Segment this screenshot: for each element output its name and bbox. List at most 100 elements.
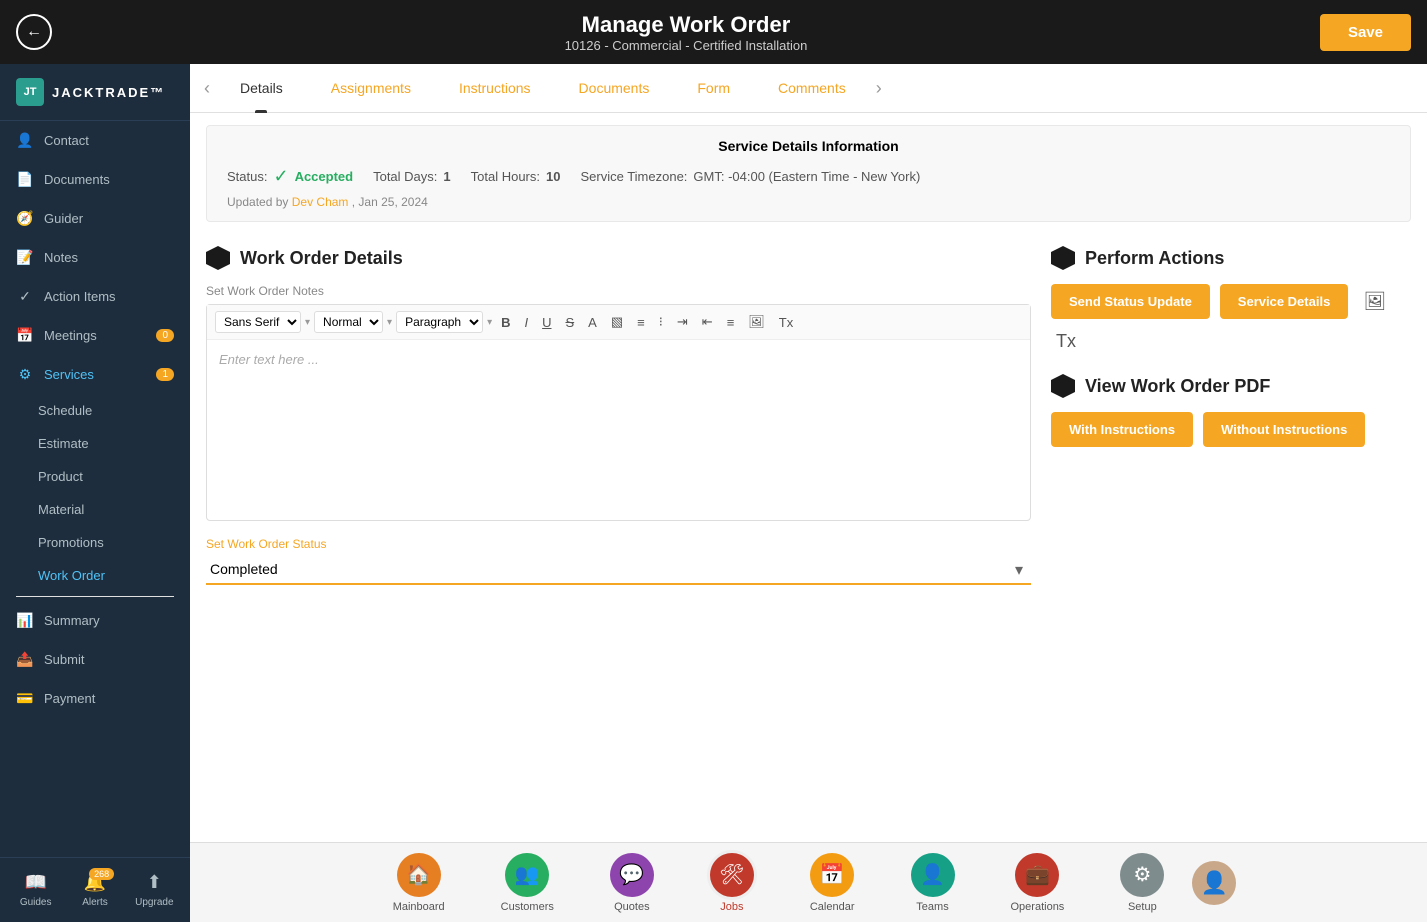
- guides-nav-btn[interactable]: 📖 Guides: [8, 866, 63, 914]
- tab-instructions[interactable]: Instructions: [435, 64, 555, 112]
- sidebar-item-notes[interactable]: 📝 Notes: [0, 238, 190, 277]
- right-col: Perform Actions Send Status Update Servi…: [1051, 246, 1411, 585]
- sidebar-nav-icons: 📖 Guides 🔔 268 Alerts ⬆ Upgrade: [0, 857, 190, 922]
- service-details-button[interactable]: Service Details: [1220, 284, 1349, 319]
- submenu-material[interactable]: Material: [0, 493, 190, 526]
- indent-button[interactable]: ⇥: [672, 312, 693, 332]
- underline-button[interactable]: U: [537, 313, 556, 332]
- sidebar-item-meetings[interactable]: 📅 Meetings 0: [0, 316, 190, 355]
- sidebar-item-services[interactable]: ⚙ Services 1: [0, 355, 190, 394]
- para-arrow-icon: ▾: [487, 317, 492, 328]
- send-status-update-button[interactable]: Send Status Update: [1051, 284, 1210, 319]
- without-instructions-button[interactable]: Without Instructions: [1203, 412, 1365, 447]
- bottom-nav-quotes[interactable]: 💬 Quotes: [582, 849, 682, 917]
- status-select-label: Set Work Order Status: [206, 537, 1031, 551]
- timezone-label: Service Timezone:: [580, 169, 687, 184]
- bottom-nav-calendar[interactable]: 📅 Calendar: [782, 849, 883, 917]
- submenu-work-order[interactable]: Work Order: [0, 559, 190, 592]
- updated-by-name[interactable]: Dev Cham: [292, 195, 349, 209]
- total-days-value: 1: [443, 169, 450, 184]
- font-arrow-icon: ▾: [305, 317, 310, 328]
- font-style-select[interactable]: Normal: [314, 311, 383, 333]
- sidebar-item-documents[interactable]: 📄 Documents: [0, 160, 190, 199]
- back-button[interactable]: ←: [16, 14, 52, 50]
- editor-toolbar: Sans Serif ▾ Normal ▾ Paragraph: [207, 305, 1030, 340]
- tab-prev-arrow[interactable]: ‹: [198, 78, 216, 99]
- italic-button[interactable]: I: [519, 313, 533, 332]
- user-avatar[interactable]: 👤: [1192, 861, 1236, 905]
- perform-actions-header: Perform Actions: [1051, 246, 1411, 270]
- customers-icon: 👥: [505, 853, 549, 897]
- sidebar-item-submit[interactable]: 📤 Submit: [0, 640, 190, 679]
- sidebar-item-guider-label: Guider: [44, 211, 83, 226]
- action-items-icon: ✓: [16, 288, 34, 305]
- submenu-schedule[interactable]: Schedule: [0, 394, 190, 427]
- content-area: ‹ Details Assignments Instructions Docum…: [190, 64, 1427, 842]
- total-days-item: Total Days: 1: [373, 169, 451, 184]
- strikethrough-button[interactable]: S: [561, 313, 580, 332]
- save-button[interactable]: Save: [1320, 14, 1411, 51]
- bottom-nav-customers[interactable]: 👥 Customers: [473, 849, 582, 917]
- status-select[interactable]: Completed: [206, 555, 1031, 585]
- tab-comments[interactable]: Comments: [754, 64, 870, 112]
- bottom-nav-jobs[interactable]: 🛠 Jobs: [682, 849, 782, 917]
- tab-form[interactable]: Form: [673, 64, 754, 112]
- bottom-nav-mainboard[interactable]: 🏠 Mainboard: [365, 849, 473, 917]
- sidebar-item-guider[interactable]: 🧭 Guider: [0, 199, 190, 238]
- two-col-layout: Work Order Details Set Work Order Notes …: [190, 234, 1427, 597]
- status-check-icon: ✓: [273, 166, 288, 187]
- work-order-hex-icon: [206, 246, 230, 270]
- sidebar-item-contact[interactable]: 👤 Contact: [0, 121, 190, 160]
- page-subtitle: 10126 - Commercial - Certified Installat…: [565, 38, 808, 53]
- teams-icon: 👤: [911, 853, 955, 897]
- paragraph-select[interactable]: Paragraph: [396, 311, 483, 333]
- guides-label: Guides: [20, 897, 52, 908]
- payment-icon: 💳: [16, 690, 34, 707]
- pdf-section-header: View Work Order PDF: [1051, 374, 1411, 398]
- tab-assignments[interactable]: Assignments: [307, 64, 435, 112]
- guider-icon: 🧭: [16, 210, 34, 227]
- bottom-nav-teams[interactable]: 👤 Teams: [883, 849, 983, 917]
- submenu-product[interactable]: Product: [0, 460, 190, 493]
- highlight-button[interactable]: ▧: [606, 312, 628, 332]
- meetings-badge: 0: [156, 329, 174, 342]
- sidebar-item-payment[interactable]: 💳 Payment: [0, 679, 190, 718]
- image-button[interactable]: 🖼: [743, 312, 770, 332]
- submenu-estimate[interactable]: Estimate: [0, 427, 190, 460]
- service-info-title: Service Details Information: [227, 138, 1390, 154]
- status-select-wrapper: Completed: [206, 555, 1031, 585]
- tab-next-arrow[interactable]: ›: [870, 78, 888, 99]
- alerts-nav-btn[interactable]: 🔔 268 Alerts: [67, 866, 122, 914]
- tab-details[interactable]: Details: [216, 64, 307, 112]
- mainboard-label: Mainboard: [393, 901, 445, 913]
- editor-body[interactable]: Enter text here ...: [207, 340, 1030, 520]
- bottom-nav-operations[interactable]: 💼 Operations: [983, 849, 1093, 917]
- sidebar-item-notes-label: Notes: [44, 250, 78, 265]
- clear-format-button[interactable]: Tx: [774, 313, 798, 332]
- sidebar-item-summary[interactable]: 📊 Summary: [0, 601, 190, 640]
- upgrade-icon: ⬆: [147, 872, 162, 893]
- text-clear-button[interactable]: Tx: [1051, 329, 1081, 354]
- font-color-button[interactable]: A: [583, 313, 602, 332]
- work-order-title: Work Order Details: [240, 248, 403, 269]
- alerts-badge-wrapper: 🔔 268: [84, 872, 106, 893]
- with-instructions-button[interactable]: With Instructions: [1051, 412, 1193, 447]
- service-info-row: Status: ✓ Accepted Total Days: 1 Total H…: [227, 166, 1390, 187]
- submenu-promotions[interactable]: Promotions: [0, 526, 190, 559]
- font-family-select[interactable]: Sans Serif: [215, 311, 301, 333]
- image-insert-button[interactable]: 🖼: [1358, 284, 1391, 319]
- outdent-button[interactable]: ⇤: [697, 312, 718, 332]
- align-button[interactable]: ≡: [722, 313, 740, 332]
- bold-button[interactable]: B: [496, 313, 515, 332]
- bottom-nav-setup[interactable]: ⚙ Setup: [1092, 849, 1192, 917]
- page-title: Manage Work Order: [565, 12, 808, 38]
- tab-documents[interactable]: Documents: [555, 64, 674, 112]
- ordered-list-button[interactable]: ≡: [632, 313, 650, 332]
- service-info-updated: Updated by Dev Cham , Jan 25, 2024: [227, 195, 1390, 209]
- sidebar-item-action-items[interactable]: ✓ Action Items: [0, 277, 190, 316]
- unordered-list-button[interactable]: ⁝: [654, 312, 668, 332]
- total-hours-label: Total Hours:: [471, 169, 540, 184]
- documents-icon: 📄: [16, 171, 34, 188]
- upgrade-nav-btn[interactable]: ⬆ Upgrade: [127, 866, 182, 914]
- work-order-section-header: Work Order Details: [206, 246, 1031, 270]
